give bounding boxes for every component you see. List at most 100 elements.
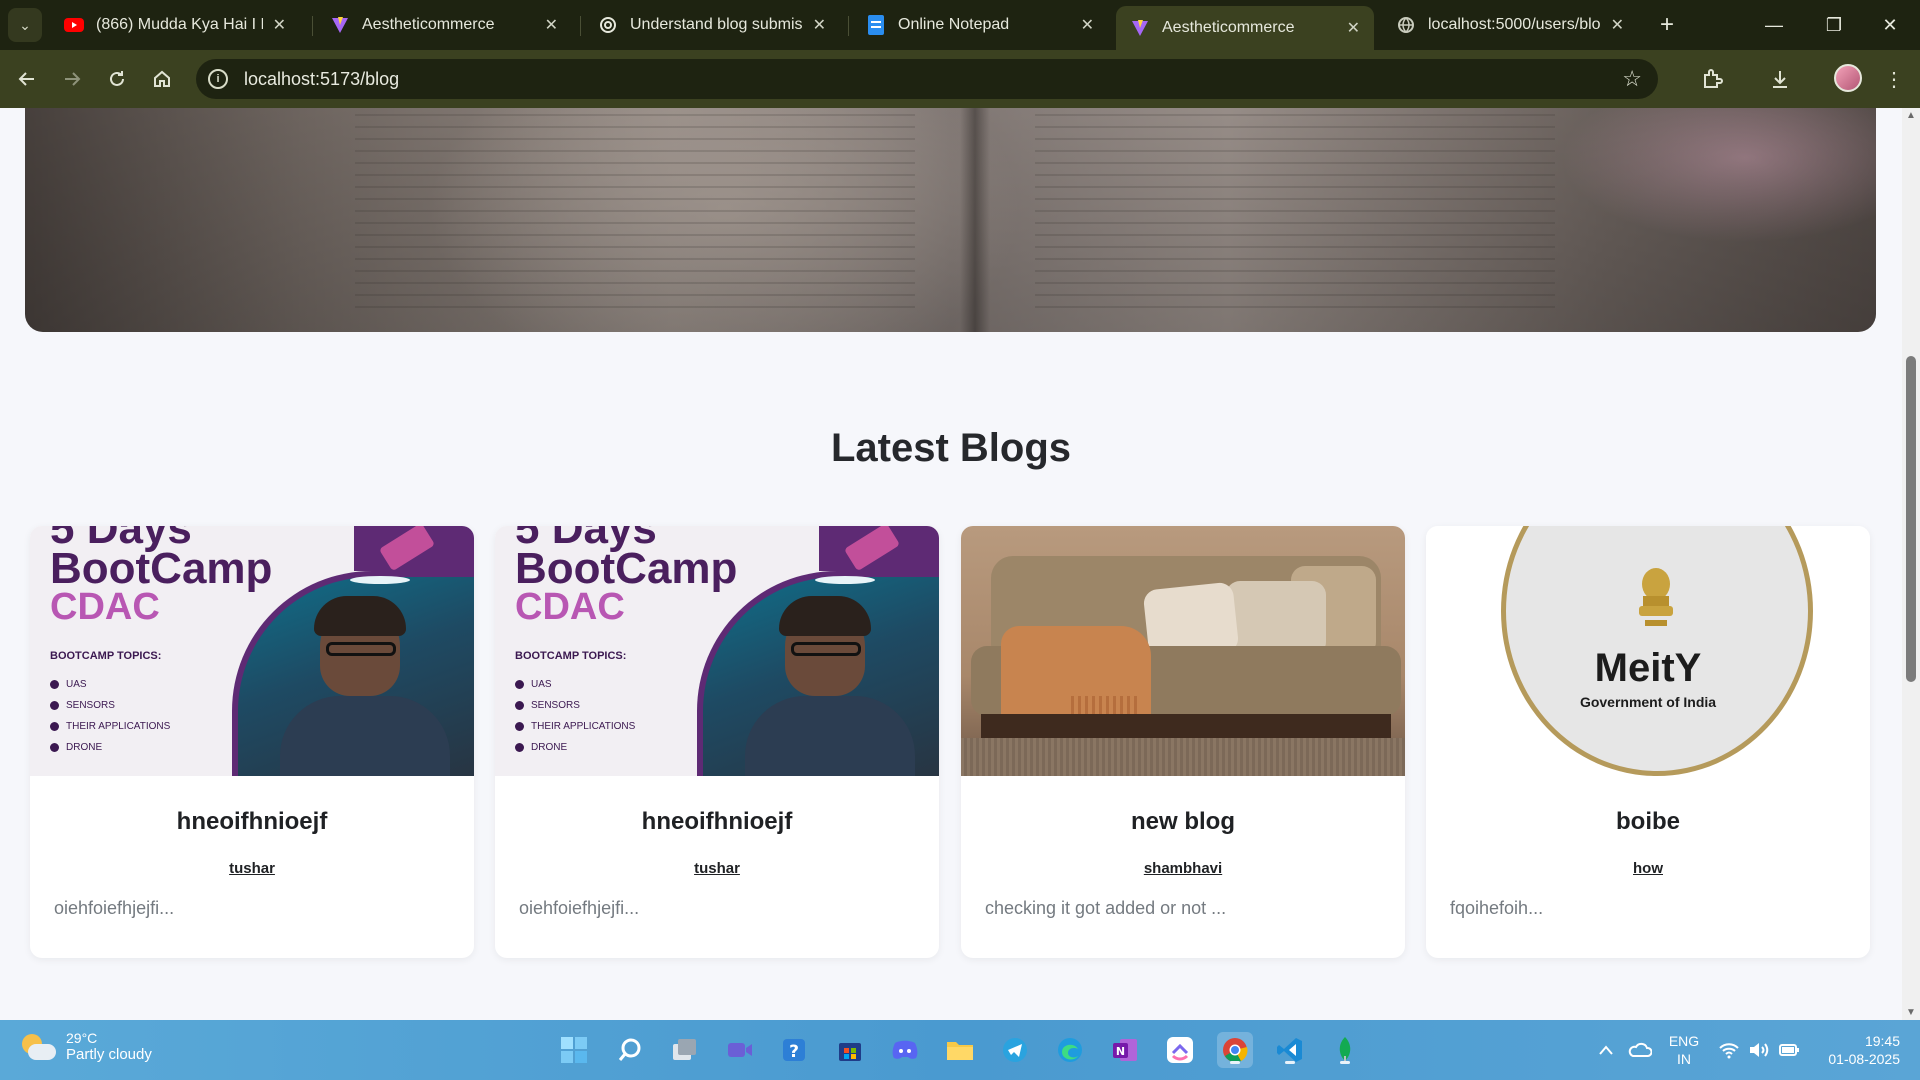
svg-text:N: N bbox=[1116, 1045, 1125, 1058]
discord-button[interactable] bbox=[887, 1032, 923, 1068]
site-info-icon[interactable]: i bbox=[208, 69, 228, 89]
blog-card-title[interactable]: new blog bbox=[961, 808, 1405, 836]
chatgpt-icon bbox=[598, 15, 618, 35]
telegram-button[interactable] bbox=[997, 1032, 1033, 1068]
blog-card[interactable]: MeitY Government of India boibe how fqoi… bbox=[1426, 526, 1870, 958]
back-button[interactable] bbox=[11, 63, 43, 95]
tab-aestheticommerce[interactable]: Aestheticommerce ✕ bbox=[316, 6, 572, 44]
mongodb-compass-button[interactable] bbox=[1327, 1032, 1363, 1068]
blog-card-author-link[interactable]: tushar bbox=[495, 860, 939, 877]
forward-arrow-icon bbox=[65, 72, 81, 86]
teams-meet-button[interactable] bbox=[722, 1032, 758, 1068]
region-code: IN bbox=[1677, 1051, 1691, 1067]
profile-avatar[interactable] bbox=[1834, 64, 1862, 92]
address-bar[interactable]: i localhost:5173/blog ☆ bbox=[196, 59, 1658, 99]
close-icon[interactable]: ✕ bbox=[813, 15, 826, 35]
close-icon[interactable]: ✕ bbox=[545, 15, 558, 35]
svg-text:?: ? bbox=[789, 1042, 799, 1062]
topic-item: UAS bbox=[515, 674, 635, 695]
vscode-button[interactable] bbox=[1272, 1032, 1308, 1068]
blog-card-title[interactable]: hneoifhnioejf bbox=[495, 808, 939, 836]
video-camera-icon bbox=[728, 1043, 752, 1057]
scroll-up-arrow-icon[interactable]: ▲ bbox=[1905, 110, 1917, 121]
start-button[interactable] bbox=[556, 1032, 592, 1068]
microsoft-store-button[interactable] bbox=[832, 1032, 868, 1068]
blog-card-title[interactable]: hneoifhnioejf bbox=[30, 808, 474, 836]
rug bbox=[961, 738, 1405, 776]
hero-banner-image bbox=[25, 108, 1876, 332]
store-icon bbox=[839, 1043, 861, 1061]
windows-logo-icon bbox=[561, 1037, 587, 1063]
bookmark-star-icon[interactable]: ☆ bbox=[1622, 66, 1642, 92]
browser-toolbar: i localhost:5173/blog ☆ ⋮ bbox=[0, 50, 1920, 108]
topic-item: THEIR APPLICATIONS bbox=[515, 716, 635, 737]
language-indicator[interactable]: ENG IN bbox=[1664, 1032, 1704, 1068]
chrome-button[interactable] bbox=[1217, 1032, 1253, 1068]
close-icon[interactable]: ✕ bbox=[1347, 18, 1360, 38]
tab-aestheticommerce-active[interactable]: Aestheticommerce ✕ bbox=[1116, 6, 1374, 50]
file-explorer-button[interactable] bbox=[942, 1032, 978, 1068]
clickup-button[interactable] bbox=[1162, 1032, 1198, 1068]
blog-card-author-link[interactable]: shambhavi bbox=[961, 860, 1405, 877]
onenote-button[interactable]: N bbox=[1107, 1032, 1143, 1068]
lamp-light bbox=[350, 576, 410, 584]
close-icon[interactable]: ✕ bbox=[1611, 15, 1624, 35]
volume-icon[interactable] bbox=[1748, 1020, 1770, 1080]
bootcamp-topics-heading: BOOTCAMP TOPICS: bbox=[50, 650, 162, 662]
search-button[interactable] bbox=[612, 1032, 648, 1068]
blog-card-image bbox=[961, 526, 1405, 776]
tab-title: Online Notepad bbox=[898, 16, 1010, 33]
downloads-button[interactable] bbox=[1764, 63, 1796, 95]
topic-item: DRONE bbox=[50, 737, 170, 758]
clock-time: 19:45 bbox=[1864, 1033, 1900, 1049]
new-tab-button[interactable]: + bbox=[1652, 10, 1682, 40]
hero-overlay bbox=[25, 108, 1876, 332]
weather-widget[interactable]: 29°C Partly cloudy bbox=[20, 1030, 152, 1063]
tab-online-notepad[interactable]: Online Notepad ✕ bbox=[852, 6, 1108, 44]
blog-card-image: 5 Days BootCamp CDAC BOOTCAMP TOPICS: UA… bbox=[495, 526, 939, 776]
blog-card[interactable]: 5 Days BootCamp CDAC BOOTCAMP TOPICS: UA… bbox=[30, 526, 474, 958]
help-app-button[interactable]: ? bbox=[777, 1032, 813, 1068]
cushion bbox=[1226, 581, 1326, 656]
close-window-button[interactable]: ✕ bbox=[1860, 0, 1920, 50]
system-clock[interactable]: 19:45 01-08-2025 bbox=[1816, 1032, 1900, 1068]
tab-chatgpt[interactable]: Understand blog submissio ✕ bbox=[584, 6, 840, 44]
page-scrollbar[interactable]: ▲ ▼ bbox=[1902, 108, 1920, 1020]
scroll-down-arrow-icon[interactable]: ▼ bbox=[1905, 1007, 1917, 1018]
tab-title: Aestheticommerce bbox=[362, 16, 495, 33]
blog-card-author-link[interactable]: how bbox=[1426, 860, 1870, 877]
show-hidden-icons-button[interactable] bbox=[1598, 1020, 1614, 1080]
blog-card[interactable]: 5 Days BootCamp CDAC BOOTCAMP TOPICS: UA… bbox=[495, 526, 939, 958]
menu-button[interactable]: ⋮ bbox=[1878, 63, 1910, 95]
scrollbar-thumb[interactable] bbox=[1906, 356, 1916, 682]
close-icon[interactable]: ✕ bbox=[273, 15, 286, 35]
tab-localhost-blogs[interactable]: localhost:5000/users/blogs ✕ bbox=[1382, 6, 1638, 44]
blog-card-title[interactable]: boibe bbox=[1426, 808, 1870, 836]
tab-youtube[interactable]: (866) Mudda Kya Hai I Naa ✕ bbox=[50, 6, 300, 44]
windows-taskbar: 29°C Partly cloudy ? N ENG IN 19:45 01-0… bbox=[0, 1020, 1920, 1080]
url-text[interactable]: localhost:5173/blog bbox=[244, 69, 399, 90]
blog-card-author-link[interactable]: tushar bbox=[30, 860, 474, 877]
minimize-button[interactable]: — bbox=[1744, 0, 1804, 50]
reload-button[interactable] bbox=[101, 63, 133, 95]
sofa-base bbox=[981, 714, 1391, 738]
tab-title: Aestheticommerce bbox=[1162, 19, 1295, 36]
edge-button[interactable] bbox=[1052, 1032, 1088, 1068]
partly-cloudy-icon bbox=[20, 1032, 56, 1062]
page-content: Latest Blogs 5 Days BootCamp CDAC BOOTCA… bbox=[0, 108, 1902, 1020]
home-button[interactable] bbox=[146, 63, 178, 95]
extensions-button[interactable] bbox=[1696, 63, 1728, 95]
topic-item: THEIR APPLICATIONS bbox=[50, 716, 170, 737]
battery-icon[interactable] bbox=[1778, 1020, 1800, 1080]
onedrive-button[interactable] bbox=[1628, 1020, 1652, 1080]
blog-card[interactable]: new blog shambhavi checking it got added… bbox=[961, 526, 1405, 958]
cloud-icon bbox=[1628, 1042, 1652, 1057]
tab-search-dropdown-button[interactable]: ⌄ bbox=[8, 8, 42, 42]
restore-button[interactable]: ❐ bbox=[1804, 0, 1864, 50]
wifi-icon[interactable] bbox=[1718, 1020, 1740, 1080]
forward-button[interactable] bbox=[56, 63, 88, 95]
person-hair bbox=[314, 596, 406, 636]
download-icon bbox=[1773, 71, 1787, 88]
close-icon[interactable]: ✕ bbox=[1081, 15, 1094, 35]
task-view-button[interactable] bbox=[667, 1032, 703, 1068]
